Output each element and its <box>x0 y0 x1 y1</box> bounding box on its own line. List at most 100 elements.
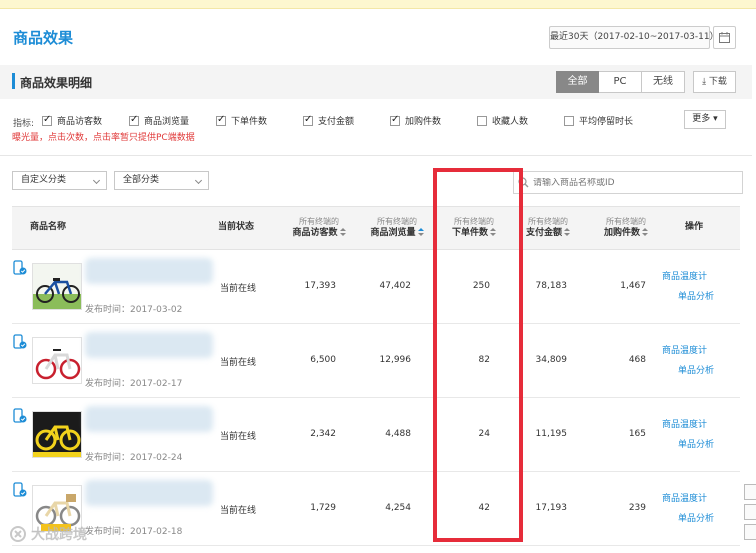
payment-cell: 11,195 <box>535 429 568 439</box>
metric-checkbox-cart[interactable]: 加购件数 <box>390 114 441 127</box>
col-ops: 操作 <box>685 222 704 232</box>
product-thumbnail[interactable] <box>32 337 82 384</box>
col-cart[interactable]: 所有终端的 加购件数 <box>598 216 654 239</box>
metric-label: 支付金额 <box>318 117 355 127</box>
product-search[interactable] <box>513 171 743 194</box>
cart-cell: 468 <box>628 355 646 365</box>
chevron-down-icon <box>92 176 101 185</box>
item-analysis-link[interactable]: 单品分析 <box>678 289 714 302</box>
dropdown-label: 全部分类 <box>123 175 160 185</box>
product-name-blurred[interactable] <box>85 332 213 358</box>
dropdown-label: 自定义分类 <box>21 175 67 185</box>
table-row: 发布时间：2017-03-02 当前在线 17,393 47,402 250 7… <box>12 250 740 324</box>
section-header: 商品效果明细 全部 PC 无线 ⤓ 下载 <box>0 65 752 99</box>
item-analysis-link[interactable]: 单品分析 <box>678 437 714 450</box>
metric-checkbox-visitors[interactable]: 商品访客数 <box>42 114 102 127</box>
tab-all[interactable]: 全部 <box>556 71 599 93</box>
product-thumbnail[interactable] <box>32 411 82 458</box>
checkbox[interactable] <box>477 115 487 126</box>
status-cell: 当前在线 <box>220 358 257 368</box>
checkbox[interactable] <box>129 114 139 126</box>
status-cell: 当前在线 <box>220 432 257 442</box>
metric-checkbox-favorites[interactable]: 收藏人数 <box>477 114 528 127</box>
views-cell: 47,402 <box>379 281 412 291</box>
metric-label: 平均停留时长 <box>579 117 634 127</box>
col-orders[interactable]: 所有终端的 下单件数 <box>446 216 502 239</box>
product-name-blurred[interactable] <box>85 480 213 506</box>
col-payment[interactable]: 所有终端的 支付金额 <box>520 216 576 239</box>
page: 商品效果 最近30天（2017-02-10~2017-03-11） 商品效果明细… <box>0 0 756 553</box>
side-tools <box>744 484 756 549</box>
page-title: 商品效果 <box>13 29 74 47</box>
section-title: 商品效果明细 <box>20 76 93 90</box>
search-icon <box>518 177 529 188</box>
sort-icon <box>642 228 648 237</box>
section-accent <box>12 73 15 89</box>
checkbox[interactable] <box>564 115 574 126</box>
metric-label: 收藏人数 <box>492 117 529 127</box>
divider <box>0 155 752 156</box>
sort-icon <box>490 228 496 237</box>
calendar-button[interactable] <box>713 26 736 49</box>
table-header: 商品名称 当前状态 所有终端的 商品访客数 所有终端的 商品浏览量 所有终端的 下单件… <box>12 206 740 250</box>
thermometer-link[interactable]: 商品温度计 <box>662 343 707 356</box>
side-tool-button[interactable] <box>744 504 756 520</box>
product-name-blurred[interactable] <box>85 406 213 432</box>
metric-checkbox-orders[interactable]: 下单件数 <box>216 114 267 127</box>
table-row: 发布时间：2017-02-17 当前在线 6,500 12,996 82 34,… <box>12 324 740 398</box>
col-status: 当前状态 <box>218 222 255 232</box>
status-cell: 当前在线 <box>220 506 257 516</box>
status-cell: 当前在线 <box>220 284 257 294</box>
tab-wireless[interactable]: 无线 <box>642 71 685 93</box>
item-analysis-link[interactable]: 单品分析 <box>678 363 714 376</box>
col-visitors[interactable]: 所有终端的 商品访客数 <box>286 216 352 239</box>
download-button[interactable]: ⤓ 下载 <box>693 71 736 93</box>
sort-icon <box>564 228 570 237</box>
cart-cell: 239 <box>628 503 646 513</box>
chevron-down-icon: ▾ <box>713 114 718 124</box>
mobile-icon <box>13 334 27 349</box>
thermometer-link[interactable]: 商品温度计 <box>662 269 707 282</box>
thermometer-link[interactable]: 商品温度计 <box>662 417 707 430</box>
calendar-icon <box>719 32 730 43</box>
checkbox[interactable] <box>303 114 313 126</box>
side-tool-button[interactable] <box>744 524 756 540</box>
publish-time: 发布时间：2017-02-24 <box>85 453 183 463</box>
metric-checkbox-views[interactable]: 商品浏览量 <box>129 114 189 127</box>
views-cell: 4,254 <box>385 503 411 513</box>
search-input[interactable] <box>533 177 723 188</box>
metric-checkbox-payment[interactable]: 支付金额 <box>303 114 354 127</box>
visitors-cell: 1,729 <box>310 503 336 513</box>
custom-category-dropdown[interactable]: 自定义分类 <box>12 171 107 190</box>
payment-cell: 17,193 <box>535 503 568 513</box>
sort-icon <box>339 228 346 237</box>
visitors-cell: 6,500 <box>310 355 336 365</box>
mobile-icon <box>13 260 27 275</box>
item-analysis-link[interactable]: 单品分析 <box>678 511 714 524</box>
sort-icon <box>417 228 424 237</box>
checkbox[interactable] <box>390 114 400 126</box>
orders-cell: 82 <box>478 355 490 365</box>
more-metrics-button[interactable]: 更多 ▾ <box>684 110 726 129</box>
table-row: 发布时间：2017-02-18 当前在线 1,729 4,254 42 17,1… <box>12 472 740 546</box>
publish-time: 发布时间：2017-02-17 <box>85 379 183 389</box>
visitors-cell: 17,393 <box>304 281 337 291</box>
cart-cell: 1,467 <box>620 281 646 291</box>
col-views[interactable]: 所有终端的 商品浏览量 <box>364 216 430 239</box>
views-cell: 4,488 <box>385 429 411 439</box>
publish-time: 发布时间：2017-02-18 <box>85 527 183 537</box>
orders-cell: 24 <box>478 429 490 439</box>
date-range-button[interactable]: 最近30天（2017-02-10~2017-03-11） <box>549 26 719 49</box>
all-category-dropdown[interactable]: 全部分类 <box>114 171 209 190</box>
mobile-icon <box>13 408 27 423</box>
checkbox[interactable] <box>216 114 226 126</box>
thermometer-link[interactable]: 商品温度计 <box>662 491 707 504</box>
tab-pc[interactable]: PC <box>599 71 642 93</box>
product-thumbnail[interactable] <box>32 263 82 310</box>
orders-cell: 42 <box>478 503 490 513</box>
metric-label: 商品访客数 <box>57 117 103 127</box>
product-name-blurred[interactable] <box>85 258 213 284</box>
side-tool-button[interactable] <box>744 484 756 500</box>
metric-checkbox-avg-stay[interactable]: 平均停留时长 <box>564 114 633 127</box>
checkbox[interactable] <box>42 114 52 126</box>
